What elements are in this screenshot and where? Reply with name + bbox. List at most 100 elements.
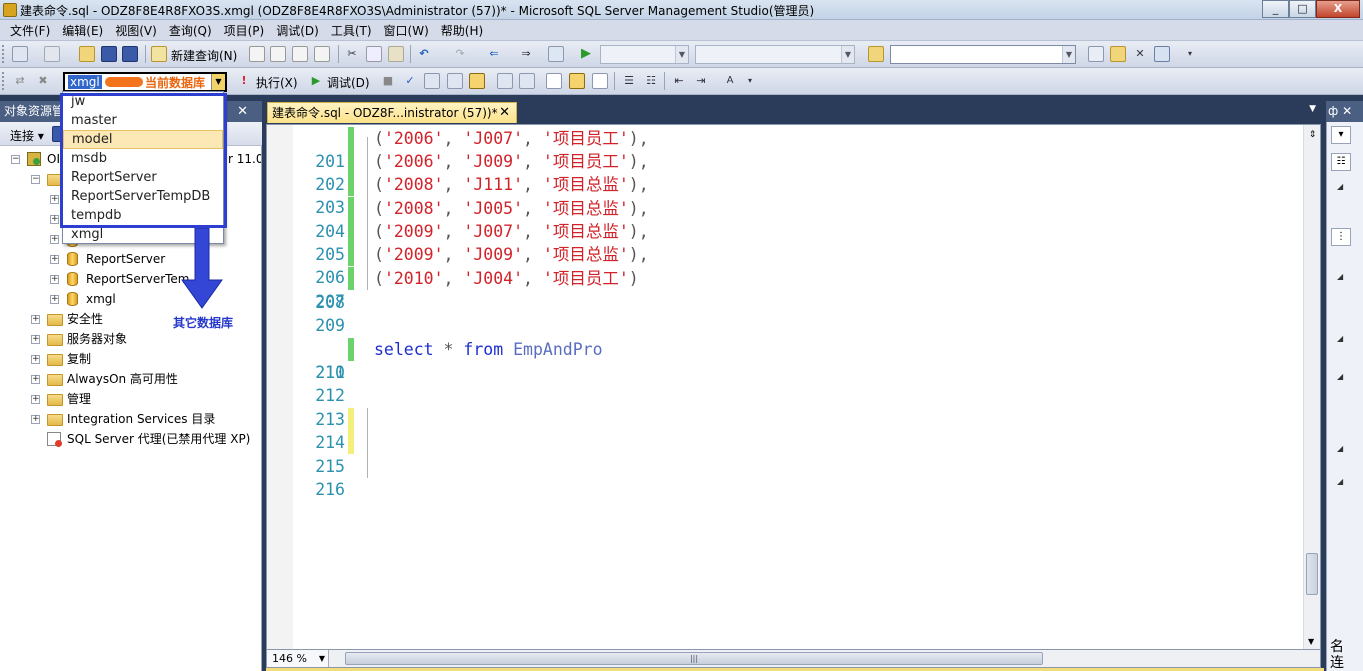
chevron-down-icon[interactable]: ▼ — [211, 74, 225, 90]
close-icon[interactable]: ✕ — [499, 103, 510, 123]
scroll-down-icon[interactable]: ▼ — [1308, 637, 1314, 646]
menu-window[interactable]: 窗口(W) — [378, 22, 435, 39]
execute-button[interactable]: 执行(X) — [256, 74, 298, 91]
toolbox-icon[interactable] — [1154, 46, 1170, 62]
tab-dropdown-icon[interactable]: ▼ — [1309, 104, 1316, 114]
pin-icon[interactable]: ф — [1328, 104, 1338, 118]
expand-icon[interactable]: + — [50, 275, 59, 284]
database-option[interactable]: ReportServer — [63, 168, 223, 187]
find-in-files-icon[interactable] — [868, 46, 884, 62]
expand-icon[interactable]: + — [50, 255, 59, 264]
folder-node-management[interactable]: 管理 — [67, 389, 91, 409]
folder-node-security[interactable]: 安全性 — [67, 309, 103, 329]
maximize-button[interactable]: □ — [1289, 0, 1316, 18]
folder-node-alwayson[interactable]: AlwaysOn 高可用性 — [67, 369, 178, 389]
solution-platform-combo[interactable]: ▼ — [695, 45, 855, 64]
expand-icon[interactable]: + — [31, 415, 40, 424]
tab-sql-document[interactable]: 建表命令.sql - ODZ8F...inistrator (57))* ✕ — [267, 102, 517, 123]
vertical-scrollbar[interactable]: ⇕ ▼ — [1303, 125, 1320, 649]
copy-icon[interactable] — [366, 46, 382, 62]
database-option[interactable]: master — [63, 111, 223, 130]
categorized-icon[interactable]: ☷ — [1331, 153, 1351, 171]
paste-icon[interactable] — [388, 46, 404, 62]
cancel-query-icon[interactable]: ■ — [380, 73, 396, 89]
database-option[interactable]: tempdb — [63, 206, 223, 225]
expand-icon[interactable]: ◢ — [1337, 444, 1343, 453]
specify-template-values-icon[interactable]: A — [722, 73, 738, 89]
save-icon[interactable] — [101, 46, 117, 62]
menu-tools[interactable]: 工具(T) — [325, 22, 378, 39]
toolbar-grip[interactable] — [2, 72, 6, 90]
analysis-dmx-query-icon[interactable] — [292, 46, 308, 62]
disconnect-icon[interactable]: ✖ — [35, 73, 51, 89]
horizontal-scrollbar[interactable]: ||| — [337, 652, 1307, 665]
expand-icon[interactable]: + — [31, 335, 40, 344]
analysis-xmla-query-icon[interactable] — [314, 46, 330, 62]
client-stats-icon[interactable] — [497, 73, 513, 89]
execute-icon[interactable]: ! — [236, 73, 252, 89]
properties-tools-icon[interactable]: ✕ — [1132, 46, 1148, 62]
close-icon[interactable]: ✕ — [1338, 104, 1352, 118]
zoom-combo[interactable]: 146 % ▼ — [267, 650, 329, 667]
new-project-icon[interactable] — [12, 46, 28, 62]
expand-icon[interactable]: + — [31, 355, 40, 364]
results-to-grid-icon[interactable] — [546, 73, 562, 89]
registered-servers-icon[interactable] — [1088, 46, 1104, 62]
minimize-button[interactable]: _ — [1262, 0, 1289, 18]
expand-icon[interactable]: ◢ — [1337, 477, 1343, 486]
scrollbar-thumb[interactable]: ||| — [345, 652, 1043, 665]
server-node[interactable]: OI — [47, 149, 60, 169]
uncomment-icon[interactable]: ☷ — [643, 73, 659, 89]
property-pages-icon[interactable]: ⋮ — [1331, 228, 1351, 246]
save-all-icon[interactable] — [122, 46, 138, 62]
toolbar-options-icon[interactable]: ▾ — [742, 73, 758, 89]
collapse-icon[interactable]: − — [11, 155, 20, 164]
scrollbar-thumb[interactable] — [1306, 553, 1318, 595]
start-debug-icon[interactable]: ▶ — [578, 46, 594, 62]
collapse-icon[interactable]: − — [31, 175, 40, 184]
sql-agent-node[interactable]: SQL Server 代理(已禁用代理 XP) — [67, 429, 250, 449]
menu-edit[interactable]: 编辑(E) — [56, 22, 109, 39]
splitter-icon[interactable]: ⇕ — [1307, 127, 1318, 143]
query-designer-icon[interactable] — [447, 73, 463, 89]
debug-icon[interactable]: ▶ — [308, 73, 324, 89]
add-item-icon[interactable] — [44, 46, 60, 62]
close-icon[interactable]: ✕ — [237, 104, 258, 119]
close-button[interactable]: X — [1316, 0, 1360, 18]
expand-icon[interactable]: + — [31, 375, 40, 384]
open-file-icon[interactable] — [79, 46, 95, 62]
expand-icon[interactable]: + — [31, 315, 40, 324]
folder-node-integration-services[interactable]: Integration Services 目录 — [67, 409, 215, 429]
query-editor[interactable]: 201 ('2006', 'J007', '项目员工'), 202 ('2006… — [266, 124, 1321, 650]
database-engine-query-icon[interactable] — [249, 46, 265, 62]
expand-icon[interactable]: + — [50, 235, 59, 244]
object-explorer-icon[interactable] — [1110, 46, 1126, 62]
expand-icon[interactable]: + — [50, 195, 59, 204]
redo-icon[interactable]: ↷ — [452, 46, 468, 62]
new-query-button[interactable]: 新建查询(N) — [171, 47, 237, 64]
menu-project[interactable]: 项目(P) — [218, 22, 271, 39]
menu-view[interactable]: 视图(V) — [109, 22, 163, 39]
properties-object-icon[interactable]: ▾ — [1331, 126, 1351, 144]
include-plan-icon[interactable] — [469, 73, 485, 89]
folder-node-server-objects[interactable]: 服务器对象 — [67, 329, 127, 349]
navigate-backward-icon[interactable]: ⇐ — [486, 46, 502, 62]
folder-node-replication[interactable]: 复制 — [67, 349, 91, 369]
solution-config-combo[interactable]: ▼ — [600, 45, 689, 64]
decrease-indent-icon[interactable]: ⇤ — [671, 73, 687, 89]
toolbar-grip[interactable] — [2, 45, 6, 63]
connect-icon[interactable]: ⇄ — [12, 73, 28, 89]
expand-icon[interactable]: ◢ — [1337, 182, 1343, 191]
expand-icon[interactable]: + — [31, 395, 40, 404]
expand-icon[interactable]: + — [50, 215, 59, 224]
expand-icon[interactable]: ◢ — [1337, 334, 1343, 343]
database-option[interactable]: ReportServerTempDB — [63, 187, 223, 206]
undo-icon[interactable]: ↶ — [416, 46, 432, 62]
new-query-icon[interactable] — [151, 46, 167, 62]
parse-icon[interactable]: ✓ — [402, 73, 418, 89]
display-plan-icon[interactable] — [424, 73, 440, 89]
increase-indent-icon[interactable]: ⇥ — [693, 73, 709, 89]
database-node[interactable]: ReportServer — [86, 249, 165, 269]
show-results-pane-icon[interactable] — [592, 73, 608, 89]
toolbar-options-icon[interactable]: ▾ — [1182, 46, 1198, 62]
